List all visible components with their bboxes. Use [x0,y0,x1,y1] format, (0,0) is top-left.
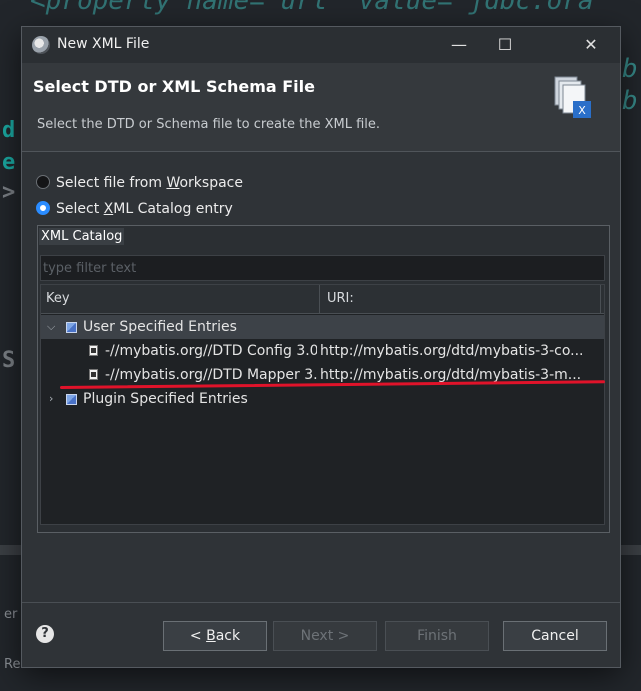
catalog-folder-icon [66,322,77,333]
gutter-char: e [2,150,16,175]
window-title: New XML File [57,36,150,52]
tree-row-plugin-entries[interactable]: › Plugin Specified Entries [41,387,604,411]
tree-row-user-entries[interactable]: ⌵ User Specified Entries [41,315,604,339]
svg-text:X: X [578,104,586,117]
radio-label: ML Catalog entry [113,201,233,217]
radio-label: orkspace [179,175,243,191]
background-label: er [4,607,18,622]
workspace-radio[interactable]: Select file from Workspace [36,175,243,191]
chevron-right-icon[interactable]: › [49,387,53,411]
title-bar: New XML File — ☐ ✕ [22,27,620,63]
background-label: Re [4,657,21,672]
code-fragment: b [622,54,638,84]
filter-input[interactable]: type filter text [40,255,605,281]
help-icon[interactable]: ? [36,625,54,643]
group-label: XML Catalog [39,228,125,245]
xml-file-wizard-icon: X [554,76,591,118]
close-button[interactable]: ✕ [568,27,614,63]
eclipse-icon [32,36,50,54]
maximize-button[interactable]: ☐ [482,27,528,63]
new-xml-file-dialog: New XML File — ☐ ✕ Select DTD or XML Sch… [22,27,620,667]
chevron-down-icon[interactable]: ⌵ [47,315,55,339]
radio-mnemonic: X [103,201,114,217]
gutter-char: > [2,180,16,205]
page-description: Select the DTD or Schema file to create … [37,117,381,132]
wizard-banner: Select DTD or XML Schema File Select the… [22,63,620,152]
footer-divider [22,602,620,603]
xml-catalog-radio[interactable]: Select XML Catalog entry [36,201,233,217]
tree-header: Key URI: [41,285,604,314]
next-button[interactable]: Next > [273,621,377,651]
column-divider [600,285,601,313]
dtd-file-icon [89,369,98,380]
button-label: < [189,628,207,644]
radio-mnemonic: W [166,175,180,191]
tree-node-label: Plugin Specified Entries [83,391,248,407]
finish-button[interactable]: Finish [385,621,489,651]
radio-off-icon [36,175,50,189]
entry-key: -//mybatis.org//DTD Config 3.0//EN [105,343,317,359]
column-uri[interactable]: URI: [327,291,354,306]
column-key[interactable]: Key [46,291,70,306]
cancel-button[interactable]: Cancel [503,621,607,651]
tree-node-label: User Specified Entries [83,319,237,335]
gutter-char: d [2,118,16,143]
catalog-tree[interactable]: Key URI: ⌵ User Specified Entries -//myb… [40,284,605,525]
button-label: ack [215,628,241,644]
radio-label: Select file from [56,175,167,191]
button-mnemonic: B [206,628,216,644]
gutter-char: S [2,348,16,373]
radio-on-icon [36,201,50,215]
xml-catalog-group: XML Catalog type filter text Key URI: ⌵ … [37,225,610,533]
code-line: <property name="url" value="jdbc:ora [30,0,594,16]
radio-label: Select [56,201,104,217]
table-row[interactable]: -//mybatis.org//DTD Config 3.0//EN http:… [41,339,604,363]
dtd-file-icon [89,345,98,356]
minimize-button[interactable]: — [436,27,482,63]
back-button[interactable]: < Back [163,621,267,651]
column-divider[interactable] [319,285,320,313]
entry-uri: http://mybatis.org/dtd/mybatis-3-co... [320,343,584,359]
page-title: Select DTD or XML Schema File [33,77,315,96]
catalog-folder-icon [66,394,77,405]
code-fragment: b [622,86,638,116]
